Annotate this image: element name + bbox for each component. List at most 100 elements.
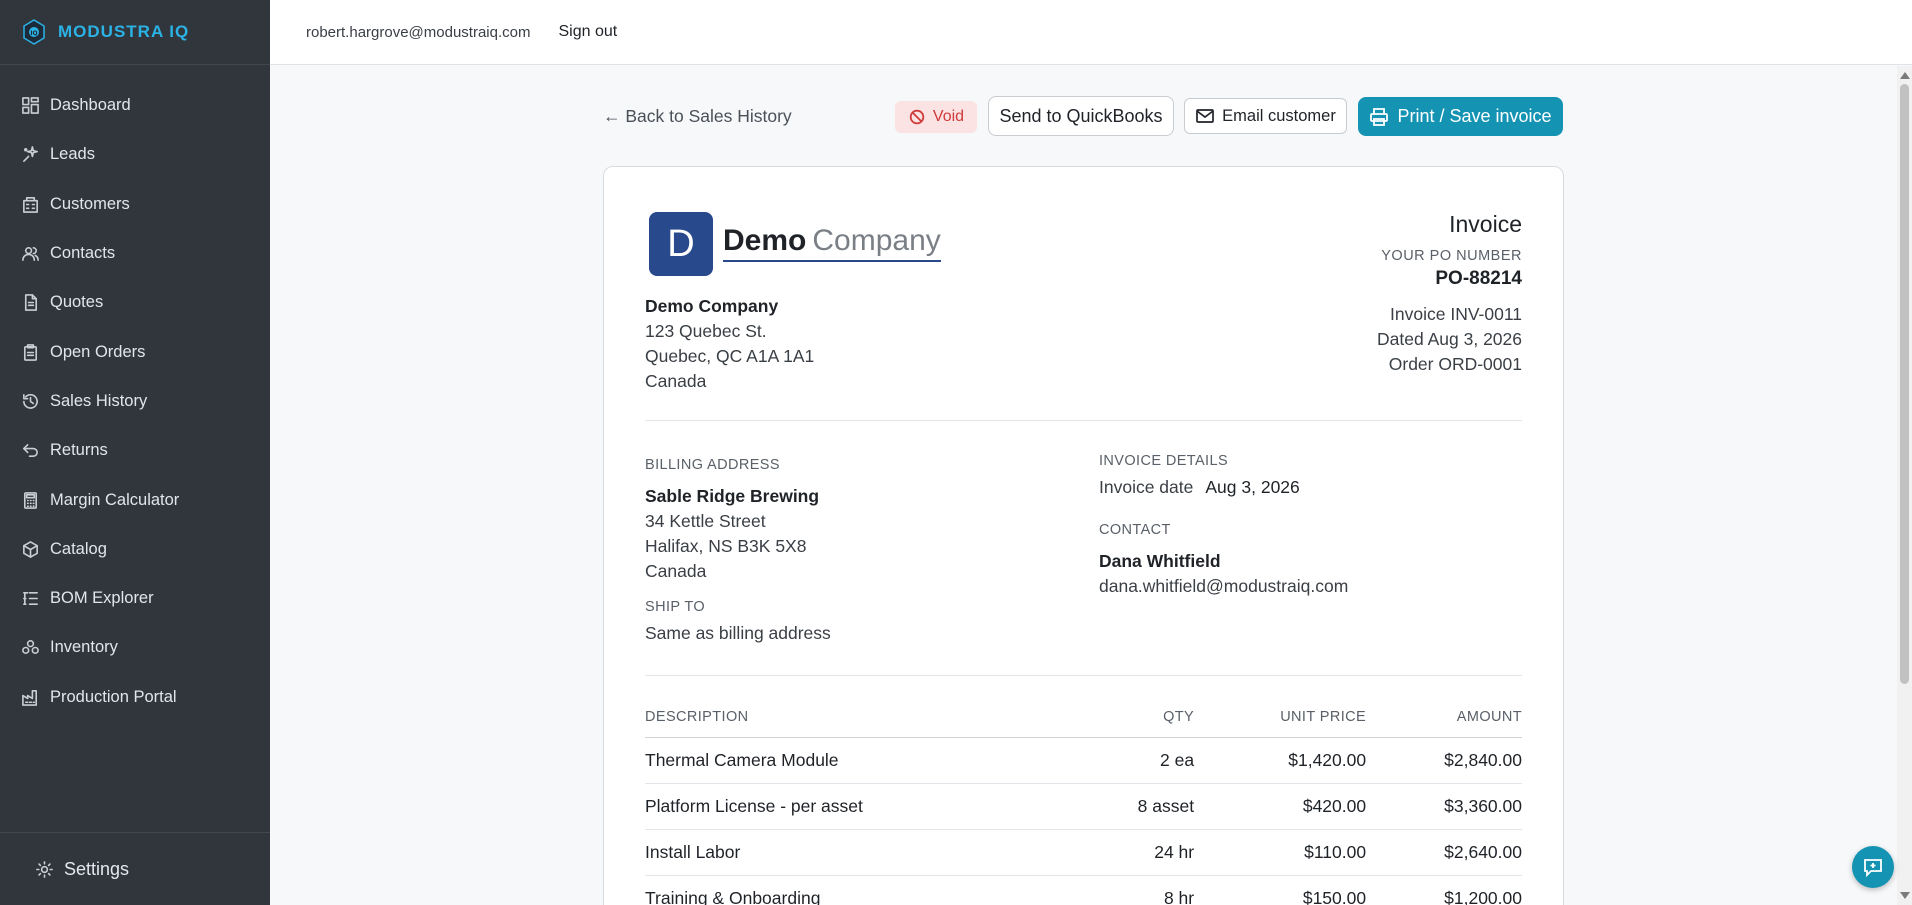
invoice-dated: Dated Aug 3, 2026 [1377, 329, 1522, 349]
invoice-date-label: Invoice date [1099, 477, 1194, 497]
void-button[interactable]: Void [895, 101, 977, 133]
line-amount: $2,840.00 [1366, 737, 1522, 784]
scroll-thumb[interactable] [1900, 84, 1909, 684]
ship-to-value: Same as billing address [645, 623, 831, 643]
brand-logo-icon: IQ [23, 19, 45, 45]
sidebar-item-label: BOM Explorer [50, 589, 154, 608]
sidebar-nav: Dashboard Leads Customers Contacts Quote… [0, 65, 270, 722]
ban-icon [909, 109, 925, 125]
print-save-invoice-button[interactable]: Print / Save invoice [1358, 97, 1563, 136]
sidebar-item-customers[interactable]: Customers [0, 180, 270, 229]
chat-button[interactable] [1852, 846, 1894, 888]
brand-name: MODUSTRA IQ [58, 22, 190, 41]
seller-address: Demo Company 123 Quebec St. Quebec, QC A… [645, 294, 814, 394]
sign-out-link[interactable]: Sign out [559, 23, 618, 41]
sidebar-item-label: Sales History [50, 391, 148, 410]
line-qty: 8 hr [1081, 875, 1195, 905]
sidebar-item-label: Returns [50, 441, 108, 460]
billing-address: BILLING ADDRESS Sable Ridge Brewing 34 K… [645, 453, 819, 584]
billing-address-label: BILLING ADDRESS [645, 457, 780, 473]
sidebar-item-contacts[interactable]: Contacts [0, 229, 270, 278]
contact-label: CONTACT [1099, 522, 1171, 538]
list-tree-icon [20, 589, 40, 609]
back-to-sales-history-link[interactable]: ← Back to Sales History [603, 106, 792, 127]
sidebar-item-inventory[interactable]: Inventory [0, 623, 270, 672]
logo-word-demo: Demo [723, 224, 807, 257]
line-amount: $3,360.00 [1366, 783, 1522, 830]
line-unit-price: $150.00 [1194, 875, 1367, 905]
table-row: Thermal Camera Module 2 ea $1,420.00 $2,… [645, 737, 1522, 784]
line-description: Install Labor [645, 829, 1082, 876]
email-customer-button[interactable]: Email customer [1184, 98, 1347, 134]
invoice-details-label: INVOICE DETAILS [1099, 453, 1229, 469]
sidebar-item-sales-history[interactable]: Sales History [0, 377, 270, 426]
sidebar-item-margin-calculator[interactable]: Margin Calculator [0, 475, 270, 524]
sidebar-item-dashboard[interactable]: Dashboard [0, 81, 270, 130]
sidebar-item-leads[interactable]: Leads [0, 130, 270, 179]
sidebar-item-label: Leads [50, 145, 95, 164]
line-description: Thermal Camera Module [645, 737, 1082, 784]
sidebar-item-label: Open Orders [50, 342, 146, 361]
sidebar-item-settings[interactable]: Settings [0, 832, 270, 905]
logo-mark: D [649, 212, 713, 276]
sidebar-item-quotes[interactable]: Quotes [0, 278, 270, 327]
users-icon [20, 244, 40, 264]
line-qty: 2 ea [1081, 737, 1195, 784]
line-qty: 8 asset [1081, 783, 1195, 830]
invoice-date-row: Invoice date Aug 3, 2026 [1099, 477, 1300, 498]
line-description: Training & Onboarding [645, 875, 1082, 905]
sidebar-item-catalog[interactable]: Catalog [0, 525, 270, 574]
sidebar-item-label: Inventory [50, 638, 118, 657]
sidebar: IQ MODUSTRA IQ Dashboard Leads Customers… [0, 0, 270, 905]
invoice-details: INVOICE DETAILS Invoice date Aug 3, 2026 [1099, 453, 1300, 498]
scroll-down-arrow-icon[interactable] [1900, 892, 1910, 899]
sparkle-icon [20, 145, 40, 165]
invoice-title: Invoice [1449, 211, 1522, 237]
topbar: robert.hargrove@modustraiq.com Sign out [270, 0, 1912, 65]
line-items-table: DESCRIPTION QTY UNIT PRICE AMOUNT Therma… [645, 697, 1522, 905]
gear-icon [34, 859, 54, 879]
sidebar-item-returns[interactable]: Returns [0, 426, 270, 475]
column-header-qty: QTY [1081, 697, 1195, 738]
printer-icon [1370, 107, 1389, 126]
seller-address-line: 123 Quebec St. [645, 321, 767, 341]
sidebar-item-production-portal[interactable]: Production Portal [0, 673, 270, 722]
chat-plus-icon [1864, 859, 1882, 878]
table-row: Training & Onboarding 8 hr $150.00 $1,20… [645, 875, 1522, 905]
scroll-up-arrow-icon[interactable] [1900, 72, 1910, 79]
seller-address-line: Canada [645, 371, 707, 391]
seller-address-line: Quebec, QC A1A 1A1 [645, 346, 815, 366]
invoice-header: Invoice YOUR PO NUMBER PO-88214 Invoice … [1377, 211, 1522, 377]
divider [645, 420, 1522, 421]
line-unit-price: $1,420.00 [1194, 737, 1367, 784]
table-row: Install Labor 24 hr $110.00 $2,640.00 [645, 829, 1522, 876]
divider [645, 675, 1522, 676]
billing-line: Halifax, NS B3K 5X8 [645, 536, 807, 556]
table-row: Platform License - per asset 8 asset $42… [645, 783, 1522, 830]
column-header-amount: AMOUNT [1366, 697, 1522, 738]
contact-email: dana.whitfield@modustraiq.com [1099, 576, 1349, 596]
ship-to-label: SHIP TO [645, 599, 706, 615]
line-amount: $2,640.00 [1366, 829, 1522, 876]
po-number: PO-88214 [1435, 268, 1522, 289]
column-header-unit-price: UNIT PRICE [1194, 697, 1367, 738]
order-number: Order ORD-0001 [1388, 354, 1522, 374]
contact-name: Dana Whitfield [1099, 551, 1221, 571]
email-customer-label: Email customer [1222, 106, 1336, 125]
logo-word-company: Company [812, 224, 941, 257]
brand[interactable]: IQ MODUSTRA IQ [0, 0, 270, 65]
history-icon [20, 391, 40, 411]
invoice-number: Invoice INV-0011 [1390, 304, 1522, 324]
user-email: robert.hargrove@modustraiq.com [306, 23, 531, 41]
send-to-quickbooks-button[interactable]: Send to QuickBooks [988, 96, 1174, 136]
po-number-label: YOUR PO NUMBER [1381, 248, 1522, 264]
return-icon [20, 441, 40, 461]
seller-name: Demo Company [645, 296, 779, 316]
contact: CONTACT Dana Whitfield dana.whitfield@mo… [1099, 518, 1348, 599]
page-scrollbar[interactable] [1897, 66, 1912, 905]
sidebar-item-label: Production Portal [50, 687, 177, 706]
table-header-row: DESCRIPTION QTY UNIT PRICE AMOUNT [645, 697, 1522, 738]
column-header-description: DESCRIPTION [645, 697, 1082, 738]
sidebar-item-open-orders[interactable]: Open Orders [0, 327, 270, 376]
sidebar-item-bom-explorer[interactable]: BOM Explorer [0, 574, 270, 623]
